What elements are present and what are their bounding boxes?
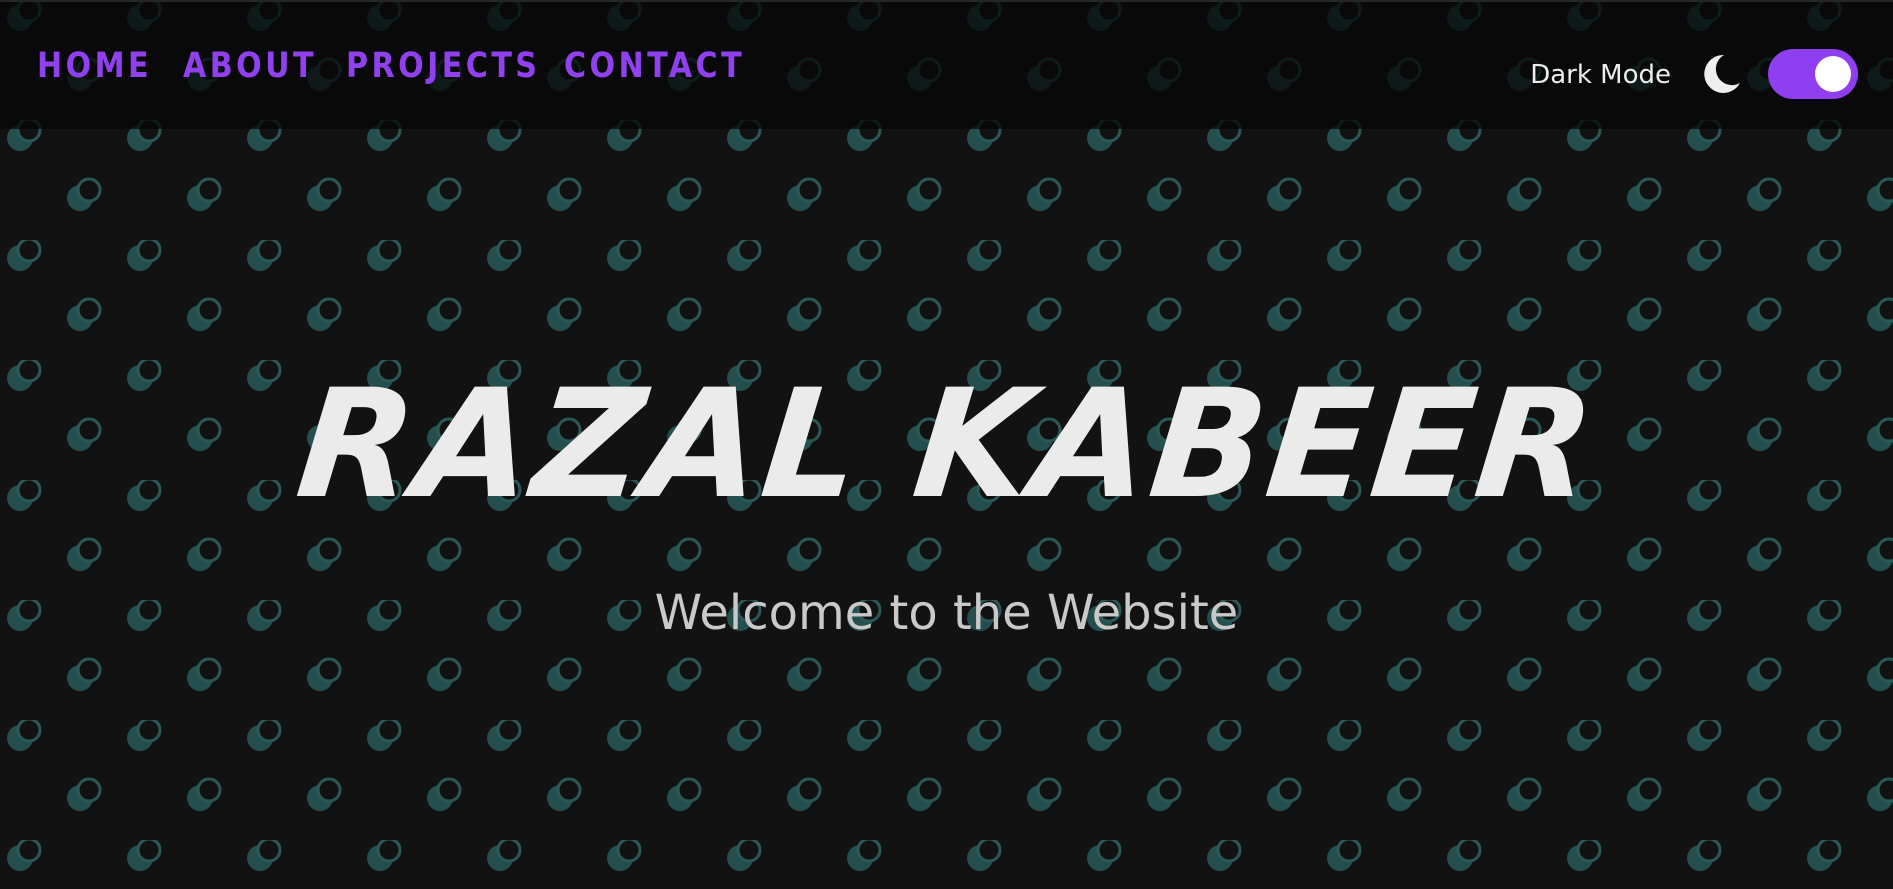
hero-subtitle: Welcome to the Website — [654, 585, 1239, 641]
dark-mode-label: Dark Mode — [1530, 60, 1671, 90]
hero-section: RAZAL KABEER Welcome to the Website — [0, 358, 1893, 641]
hero-title: RAZAL KABEER — [289, 358, 1604, 532]
nav-link-contact[interactable]: CONTACT — [564, 46, 745, 86]
nav-link-about[interactable]: ABOUT — [183, 46, 317, 86]
moon-icon — [1704, 54, 1740, 93]
nav-link-home[interactable]: HOME — [37, 46, 152, 86]
toggle-knob — [1815, 56, 1851, 92]
page: HOME ABOUT PROJECTS CONTACT Dark Mode RA… — [0, 0, 1893, 889]
top-navbar: HOME ABOUT PROJECTS CONTACT Dark Mode — [0, 0, 1893, 129]
dark-mode-toggle[interactable] — [1768, 49, 1858, 99]
nav-link-projects[interactable]: PROJECTS — [346, 46, 540, 86]
